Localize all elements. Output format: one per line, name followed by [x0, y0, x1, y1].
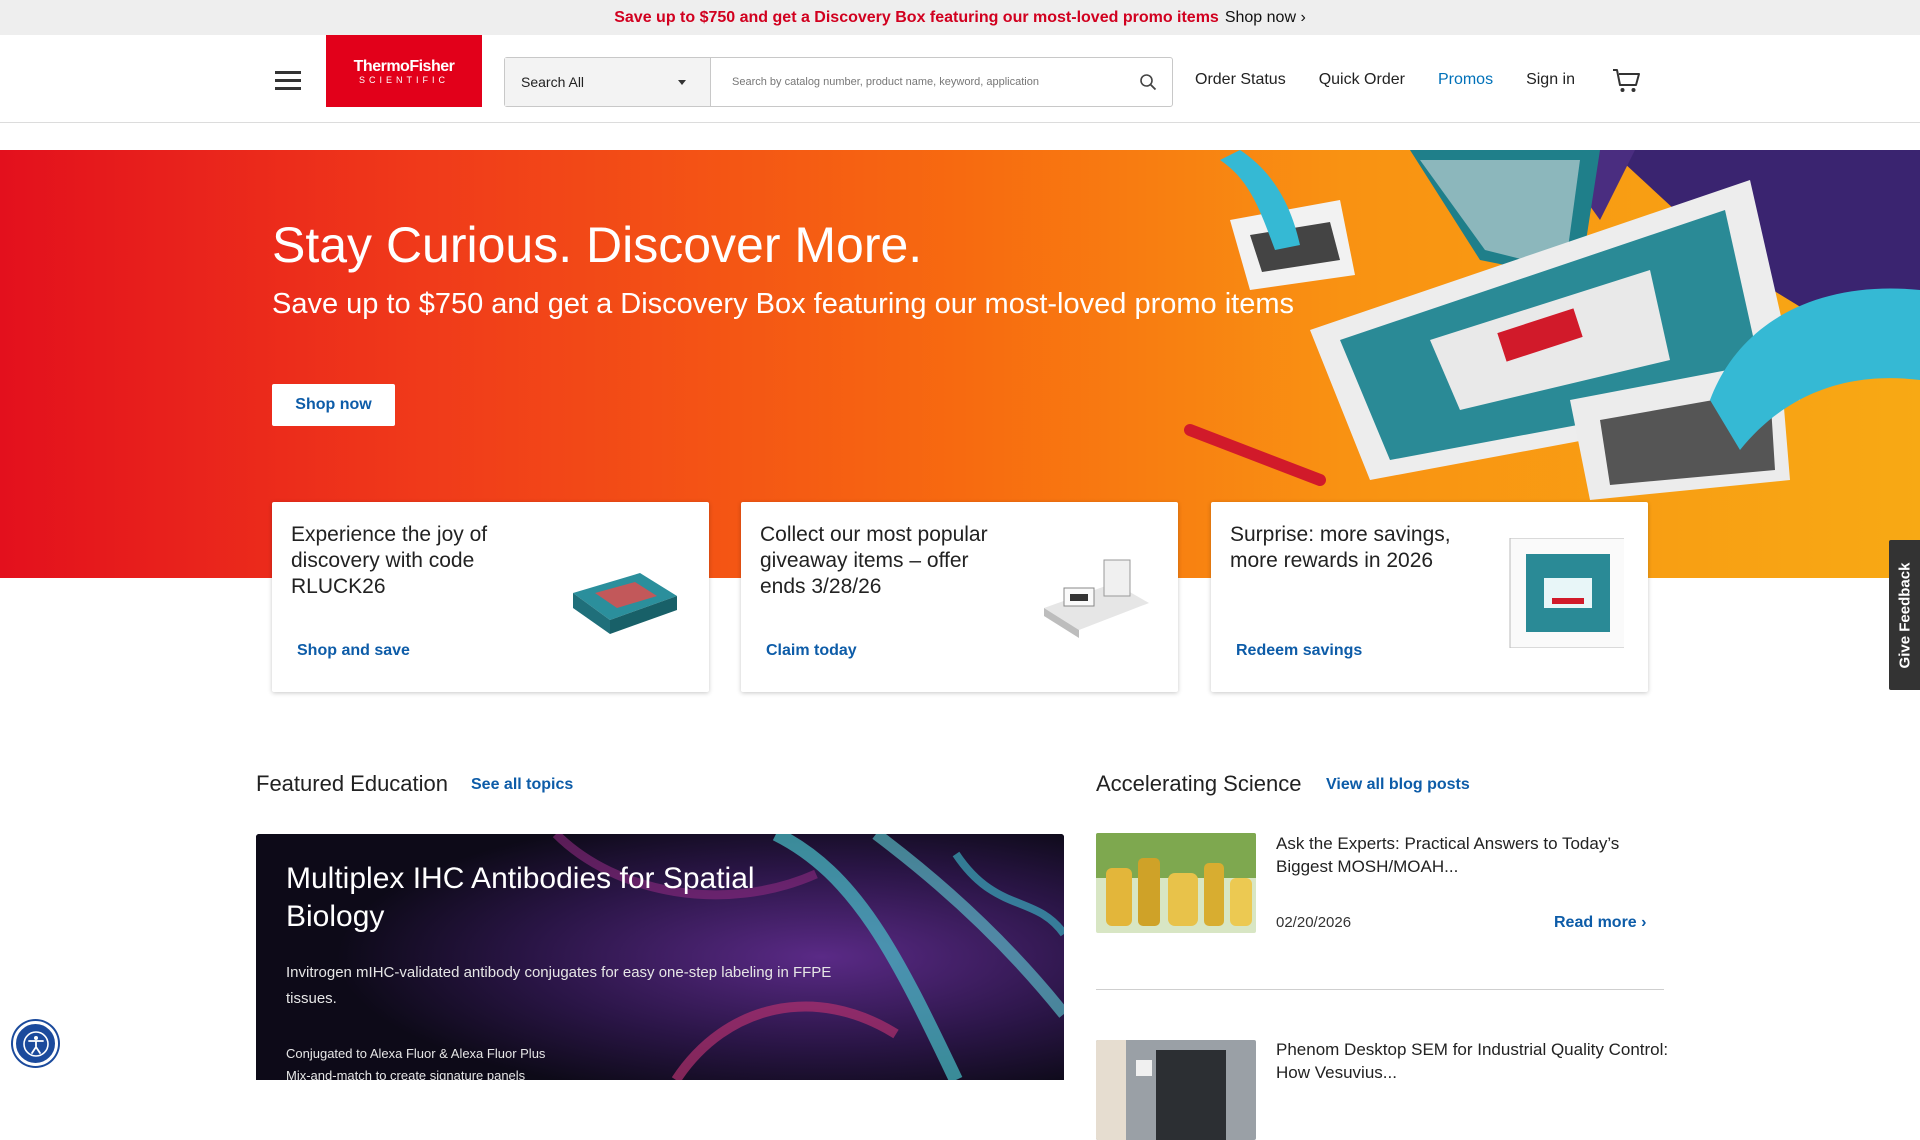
nav-quick-order[interactable]: Quick Order	[1319, 71, 1405, 89]
search-icon	[1140, 74, 1157, 91]
search-category-select[interactable]: Search All	[505, 58, 711, 106]
nav-promos[interactable]: Promos	[1438, 71, 1493, 89]
accessibility-button[interactable]	[13, 1021, 58, 1066]
logo-wordmark: ThermoFisher	[353, 57, 455, 75]
search-input[interactable]	[711, 58, 1124, 106]
promo-card-giveaway[interactable]: Collect our most popular giveaway items …	[741, 502, 1178, 692]
hero-shop-now-button[interactable]: Shop now	[272, 384, 395, 426]
education-feature-description: Invitrogen mIHC-validated antibody conju…	[286, 964, 832, 1007]
desktop-sem-image	[1096, 1040, 1256, 1140]
board-game-image	[1509, 538, 1624, 648]
see-all-topics-link[interactable]: See all topics	[471, 776, 573, 794]
thermofisher-logo[interactable]: ThermoFisher SCIENTIFIC	[326, 35, 482, 107]
accelerating-science-heading: Accelerating Science	[1096, 771, 1302, 796]
search-bar: Search All	[504, 57, 1173, 107]
header-nav: Order Status Quick Order Promos Sign in	[1195, 71, 1608, 89]
accessibility-icon	[22, 1030, 49, 1057]
oil-bottles-image	[1096, 833, 1256, 933]
give-feedback-label: Give Feedback	[1896, 562, 1914, 668]
blog-post-date: 02/20/2026	[1276, 914, 1352, 931]
promo-bar-shop-link[interactable]: Shop now ›	[1225, 9, 1306, 27]
featured-education-heading: Featured Education	[256, 771, 449, 796]
hamburger-menu-icon[interactable]	[275, 71, 301, 91]
view-all-blog-posts-link[interactable]: View all blog posts	[1326, 776, 1470, 794]
hero-title: Stay Curious. Discover More.	[272, 217, 923, 273]
blog-post-title[interactable]: Phenom Desktop SEM for Industrial Qualit…	[1276, 1038, 1676, 1084]
discovery-box-image	[573, 573, 677, 634]
search-button[interactable]	[1124, 58, 1172, 106]
promo-card-link-redeem-savings[interactable]: Redeem savings	[1236, 642, 1362, 660]
education-feature-bullet: Conjugated to Alexa Fluor & Alexa Fluor …	[286, 1046, 546, 1061]
logo-tagline: SCIENTIFIC	[358, 74, 449, 85]
promo-bar-text[interactable]: Save up to $750 and get a Discovery Box …	[614, 9, 1219, 27]
blog-post-image-sem[interactable]	[1096, 1040, 1256, 1140]
search-category-value: Search All	[521, 74, 585, 90]
blog-divider	[1096, 989, 1664, 990]
promo-card-link-shop-and-save[interactable]: Shop and save	[297, 642, 410, 660]
give-feedback-tab[interactable]: Give Feedback	[1889, 540, 1920, 690]
promo-card-text: Collect our most popular giveaway items …	[760, 523, 988, 598]
nav-sign-in[interactable]: Sign in	[1526, 71, 1575, 89]
promo-card-text: Surprise: more savings, more rewards in …	[1230, 523, 1451, 572]
promo-card-text: Experience the joy of discovery with cod…	[291, 523, 488, 598]
caret-down-icon	[678, 80, 686, 85]
promo-bar: Save up to $750 and get a Discovery Box …	[0, 0, 1920, 35]
promo-card-link-claim-today[interactable]: Claim today	[766, 642, 857, 660]
promo-card-discovery[interactable]: Experience the joy of discovery with cod…	[272, 502, 709, 692]
education-feature-bullet: Mix-and-match to create signature panels	[286, 1068, 526, 1080]
hero-subtitle: Save up to $750 and get a Discovery Box …	[272, 288, 1294, 320]
blog-post-image-oils[interactable]	[1096, 833, 1256, 933]
education-feature-title: Multiplex IHC Antibodies for Spatial Bio…	[286, 862, 755, 933]
nav-order-status[interactable]: Order Status	[1195, 71, 1286, 89]
cart-button[interactable]	[1612, 68, 1642, 94]
featured-education-card[interactable]: Multiplex IHC Antibodies for Spatial Bio…	[256, 834, 1064, 1080]
site-header: ThermoFisher SCIENTIFIC Search All Order…	[0, 35, 1920, 123]
blog-post-title[interactable]: Ask the Experts: Practical Answers to To…	[1276, 832, 1676, 878]
promo-card-rewards[interactable]: Surprise: more savings, more rewards in …	[1211, 502, 1648, 692]
blog-read-more-link[interactable]: Read more ›	[1554, 914, 1646, 932]
lab-instrument-kit-image	[1044, 559, 1149, 638]
cart-icon	[1613, 69, 1640, 92]
